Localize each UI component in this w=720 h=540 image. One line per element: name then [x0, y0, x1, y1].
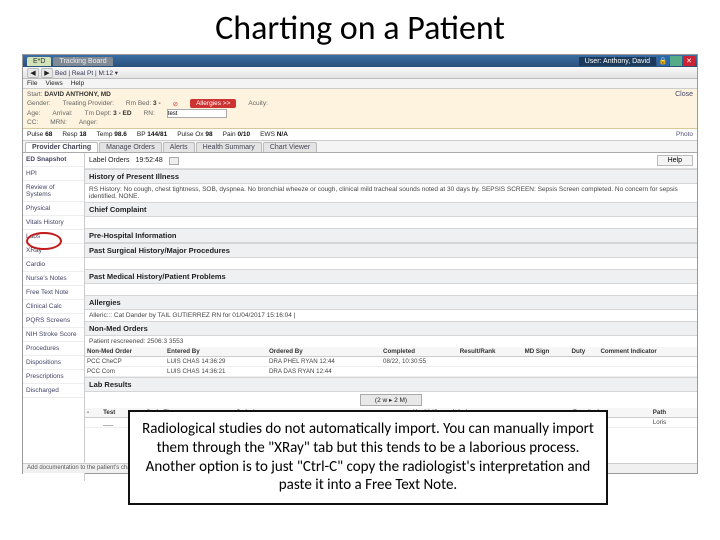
- section-nonmed-header: Non-Med Orders: [85, 321, 697, 336]
- sidebar-item-snapshot[interactable]: ED Snapshot: [23, 153, 84, 167]
- sidebar-item-procedures[interactable]: Procedures: [23, 342, 84, 356]
- nonmed-orders-table: Non-Med Order Entered By Ordered By Comp…: [85, 347, 697, 377]
- main-tabs: Provider Charting Manage Orders Alerts H…: [23, 141, 697, 153]
- section-labs-header: Lab Results: [85, 377, 697, 392]
- sidebar-item-xray[interactable]: XRay: [23, 244, 84, 258]
- sidebar-item-hpi[interactable]: HPI: [23, 167, 84, 181]
- close-icon[interactable]: ✕: [683, 56, 695, 66]
- sidebar-item-vitals[interactable]: Vitals History: [23, 216, 84, 230]
- menu-views[interactable]: Views: [45, 80, 62, 87]
- section-allergies-text: Alleric::: Cat Dander by TAIL GUTIERREZ …: [85, 310, 697, 321]
- table-row[interactable]: PCC ComLUIS CHAS 14:36:21DRA DAS RYAN 12…: [85, 367, 697, 377]
- lock-icon[interactable]: 🔒: [657, 56, 669, 66]
- slide-title: Charting on a Patient: [0, 0, 720, 55]
- menu-help[interactable]: Help: [71, 80, 84, 87]
- section-pmh-header: Past Medical History/Patient Problems: [85, 269, 697, 284]
- label-orders[interactable]: Label Orders: [89, 157, 129, 164]
- user-pill[interactable]: User: Anthony, David: [579, 57, 656, 66]
- section-hpi-text: RS History: No cough, chest tightness, S…: [85, 184, 697, 202]
- allergies-button[interactable]: Allergies >>: [190, 99, 236, 108]
- section-cc-text: [85, 217, 697, 228]
- sidebar-item-cardio[interactable]: Cardio: [23, 258, 84, 272]
- sidebar-item-free-text[interactable]: Free Text Note: [23, 286, 84, 300]
- tab-provider-charting[interactable]: Provider Charting: [25, 142, 98, 152]
- sidebar-item-nih-stroke[interactable]: NIH Stroke Score: [23, 328, 84, 342]
- vitals-action[interactable]: Photo: [676, 131, 693, 138]
- toolbar: ◀ ▶ Bed | Real Pt | M:12 ▾: [23, 67, 697, 79]
- nonmed-meta: Patient rescreened: 2506:3 3553: [85, 336, 697, 347]
- sidebar-item-labs[interactable]: Labs: [23, 230, 84, 244]
- table-row[interactable]: PCC CheCPLUIS CHAS 14:36:29DRA PHEL RYAN…: [85, 357, 697, 367]
- sidebar-item-pqrs[interactable]: PQRS Screens: [23, 314, 84, 328]
- forward-icon[interactable]: ▶: [41, 68, 53, 78]
- sidebar: ED Snapshot HPI Review of Systems Physic…: [23, 153, 85, 481]
- section-surg-header: Past Surgical History/Major Procedures: [85, 243, 697, 258]
- labs-range-button[interactable]: (2 w ▸ 2 M): [360, 394, 422, 406]
- banner-close[interactable]: Close: [675, 91, 693, 98]
- menu-bar: File Views Help: [23, 79, 697, 89]
- menu-file[interactable]: File: [27, 80, 37, 87]
- tab-alerts[interactable]: Alerts: [163, 142, 195, 152]
- titlebar-tab-tracking[interactable]: Tracking Board: [53, 57, 112, 66]
- titlebar-tab-ed[interactable]: E*D: [27, 57, 51, 66]
- sidebar-item-clinical-calc[interactable]: Clinical Calc: [23, 300, 84, 314]
- title-bar: E*D Tracking Board User: Anthony, David …: [23, 55, 697, 67]
- sidebar-item-prescriptions[interactable]: Prescriptions: [23, 370, 84, 384]
- refresh-icon[interactable]: [169, 157, 179, 165]
- section-hpi-header: History of Present Illness: [85, 169, 697, 184]
- patient-name: DAVID ANTHONY, MD: [44, 91, 110, 98]
- section-allergies-header: Allergies: [85, 295, 697, 310]
- sidebar-item-nurse-notes[interactable]: Nurse's Notes: [23, 272, 84, 286]
- stop-icon: ⊘: [173, 100, 178, 108]
- sidebar-item-physical[interactable]: Physical: [23, 202, 84, 216]
- section-cc-header: Chief Complaint: [85, 202, 697, 217]
- minimize-icon[interactable]: [670, 56, 682, 66]
- sidebar-item-ros[interactable]: Review of Systems: [23, 181, 84, 202]
- tab-chart-viewer[interactable]: Chart Viewer: [263, 142, 317, 152]
- help-button[interactable]: Help: [657, 155, 693, 166]
- toolbar-text: Bed | Real Pt | M:12 ▾: [55, 69, 118, 77]
- tab-health-summary[interactable]: Health Summary: [196, 142, 262, 152]
- content-time: 19:52:48: [135, 157, 162, 164]
- back-icon[interactable]: ◀: [27, 68, 39, 78]
- section-prehosp-header: Pre-Hospital Information: [85, 228, 697, 243]
- tab-manage-orders[interactable]: Manage Orders: [99, 142, 162, 152]
- callout-box: Radiological studies do not automaticall…: [128, 410, 608, 505]
- sidebar-item-dispositions[interactable]: Dispositions: [23, 356, 84, 370]
- sidebar-item-discharged[interactable]: Discharged: [23, 384, 84, 398]
- patient-banner: Close Start: DAVID ANTHONY, MD Gender: T…: [23, 89, 697, 129]
- rn-input[interactable]: [167, 109, 227, 118]
- vitals-bar: Pulse 68 Resp 18 Temp 98.6 BP 144/81 Pul…: [23, 129, 697, 141]
